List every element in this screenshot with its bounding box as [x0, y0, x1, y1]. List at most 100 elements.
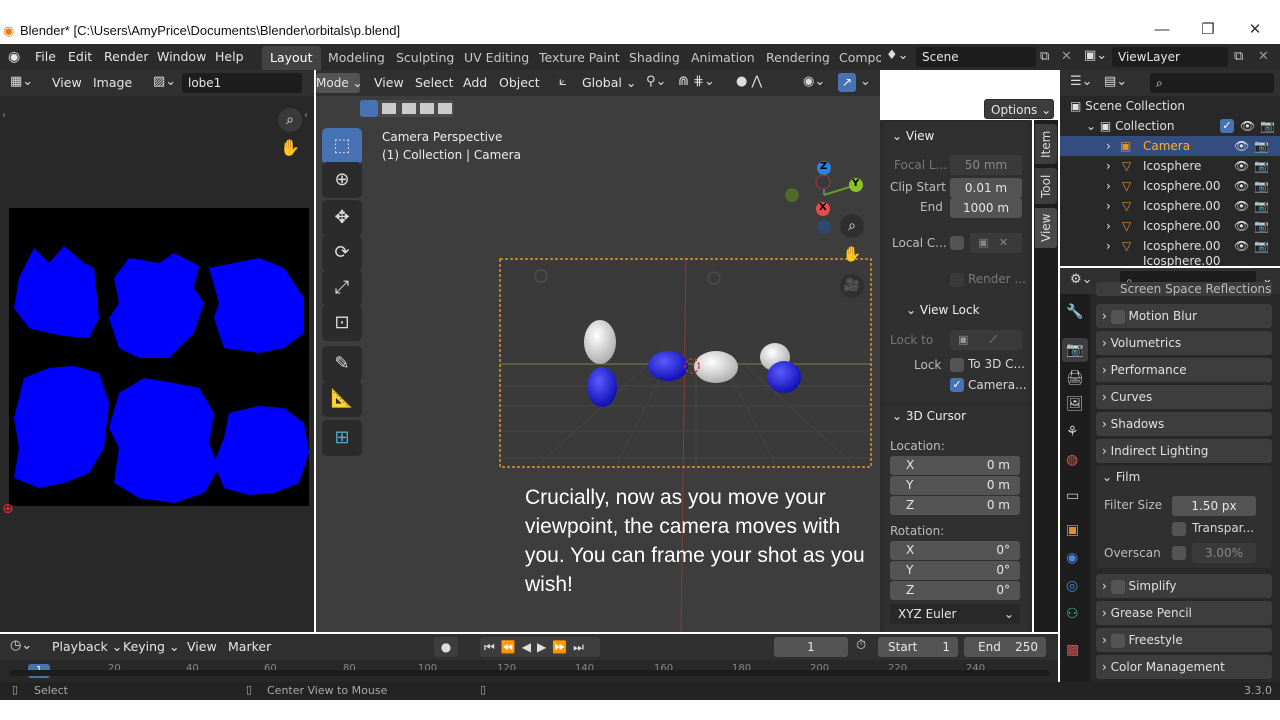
- pivot-point-icon[interactable]: ⚲⌄: [646, 74, 666, 89]
- tab-item[interactable]: Item: [1035, 124, 1057, 164]
- tab-modeling[interactable]: Modeling: [320, 46, 393, 70]
- visibility-eye-icon[interactable]: 👁: [1234, 236, 1249, 256]
- tab-rendering[interactable]: Rendering: [758, 46, 838, 70]
- viewport-menu-view[interactable]: View: [374, 74, 404, 92]
- filter-size-field[interactable]: 1.50 px: [1172, 496, 1256, 516]
- object-visibility-icon[interactable]: ◉⌄: [803, 74, 825, 89]
- timeline-menu-view[interactable]: View: [187, 638, 217, 656]
- lock-to-object-field[interactable]: ▣ ⟋: [950, 330, 1022, 350]
- visibility-eye-icon[interactable]: 👁: [1234, 216, 1249, 236]
- panel-color-management[interactable]: › Color Management: [1096, 655, 1272, 679]
- timeline-ruler[interactable]: 1 20 40 60 80 100 120 140 160 180 200 22…: [0, 660, 1058, 682]
- blender-menu-icon[interactable]: ◉: [8, 48, 28, 66]
- start-frame-field[interactable]: Start 1: [878, 637, 958, 657]
- sidebar-expand-icon[interactable]: ‹: [304, 110, 308, 121]
- timeline-menu-marker[interactable]: Marker: [228, 638, 271, 656]
- scene-collection-row[interactable]: ▣ Scene Collection: [1070, 96, 1185, 116]
- overscan-checkbox[interactable]: [1172, 546, 1186, 560]
- render-tab-icon[interactable]: 📷: [1062, 338, 1088, 362]
- tab-tool[interactable]: Tool: [1035, 168, 1057, 204]
- restore-button[interactable]: ❐: [1196, 20, 1220, 40]
- timeline-menu-playback[interactable]: Playback ⌄: [52, 638, 122, 656]
- outliner-row-icosphere-4[interactable]: › ▽ Icosphere.00 👁 📷: [1060, 216, 1280, 236]
- outliner-editor-type-icon[interactable]: ☰⌄: [1070, 74, 1093, 89]
- menu-file[interactable]: File: [35, 48, 56, 66]
- panel-indirect-lighting[interactable]: › Indirect Lighting: [1096, 439, 1272, 463]
- collection-visibility-eye-icon[interactable]: 👁: [1240, 116, 1255, 136]
- panel-screen-space-reflections[interactable]: Screen Space Reflections: [1096, 282, 1272, 296]
- panel-freestyle[interactable]: › Freestyle: [1096, 628, 1272, 652]
- modifier-tab-icon[interactable]: ◉: [1066, 550, 1078, 566]
- display-mode-icon[interactable]: ▤⌄: [1104, 74, 1127, 89]
- overscan-field[interactable]: 3.00%: [1192, 543, 1256, 563]
- gizmo-neg-y[interactable]: [785, 188, 799, 202]
- properties-editor-type-icon[interactable]: ⚙⌄: [1070, 272, 1093, 287]
- collection-exclude-checkbox[interactable]: ✓: [1220, 119, 1234, 133]
- outliner-row-icosphere-2[interactable]: › ▽ Icosphere.00 👁 📷: [1060, 176, 1280, 196]
- transform-orientation[interactable]: Global ⌄: [582, 74, 636, 92]
- editor-type-icon[interactable]: ▦⌄: [10, 74, 33, 89]
- collection-render-camera-icon[interactable]: 📷: [1260, 116, 1275, 136]
- location-y-field[interactable]: Y 0 m: [890, 476, 1020, 495]
- panel-curves[interactable]: › Curves: [1096, 385, 1272, 409]
- preview-range-clock-icon[interactable]: ⏱: [856, 638, 866, 653]
- viewport-menu-add[interactable]: Add: [463, 74, 487, 92]
- new-scene-icon[interactable]: ⧉: [1040, 49, 1049, 64]
- gizmo-toggle-icon[interactable]: ↗: [838, 73, 856, 92]
- local-camera-field[interactable]: ▣ ✕: [970, 233, 1022, 253]
- playback-controls[interactable]: ⏮⏪◀▶⏩⏭: [480, 637, 600, 657]
- gizmo-dropdown-icon[interactable]: ⌄: [860, 74, 871, 89]
- image-name-field[interactable]: lobe1: [182, 73, 302, 93]
- gizmo-neg-x[interactable]: [815, 174, 831, 190]
- tab-view[interactable]: View: [1035, 208, 1057, 248]
- tab-texture-paint[interactable]: Texture Paint: [531, 46, 628, 70]
- image-browse-icon[interactable]: ▨⌄: [153, 74, 176, 89]
- outliner-row-icosphere-5[interactable]: › ▽ Icosphere.00 👁 📷: [1060, 236, 1280, 256]
- end-frame-field[interactable]: End 250: [964, 637, 1046, 657]
- viewlayer-selector-icon[interactable]: ▣⌄: [1084, 48, 1107, 63]
- image-menu-image[interactable]: Image: [93, 74, 132, 92]
- visibility-eye-icon[interactable]: 👁: [1234, 176, 1249, 196]
- gizmo-neg-z[interactable]: [817, 220, 831, 234]
- clip-start-field[interactable]: 0.01 m: [950, 178, 1022, 198]
- location-z-field[interactable]: Z 0 m: [890, 496, 1020, 515]
- viewport-pan-icon[interactable]: ✋: [840, 242, 864, 266]
- freestyle-checkbox[interactable]: [1110, 633, 1125, 648]
- panel-simplify[interactable]: › Simplify: [1096, 574, 1272, 598]
- visibility-eye-icon[interactable]: 👁: [1234, 196, 1249, 216]
- simplify-checkbox[interactable]: [1110, 579, 1125, 594]
- lock-camera-to-view-checkbox[interactable]: ✓: [950, 378, 964, 392]
- object-data-tab-icon[interactable]: ⚇: [1066, 606, 1079, 622]
- menu-render[interactable]: Render: [104, 48, 149, 66]
- viewlayer-field[interactable]: ViewLayer: [1112, 47, 1228, 67]
- panel-shadows[interactable]: › Shadows: [1096, 412, 1272, 436]
- object-tab-icon[interactable]: ▣: [1066, 522, 1079, 538]
- outliner-search-field[interactable]: ⌕: [1150, 73, 1274, 93]
- collection-row[interactable]: ⌄ ▣ Collection ✓ 👁 📷: [1086, 116, 1280, 136]
- view-lock-header[interactable]: ⌄ View Lock: [906, 303, 980, 317]
- view-panel-header[interactable]: ⌄ View: [892, 129, 934, 143]
- outliner-row-icosphere-3[interactable]: › ▽ Icosphere.00 👁 📷: [1060, 196, 1280, 216]
- tab-uv-editing[interactable]: UV Editing: [456, 46, 537, 70]
- tab-sculpting[interactable]: Sculpting: [388, 46, 462, 70]
- menu-help[interactable]: Help: [215, 48, 244, 66]
- outliner-row-icosphere-1[interactable]: › ▽ Icosphere 👁 📷: [1060, 156, 1280, 176]
- viewport-options-button[interactable]: Options ⌄: [984, 99, 1054, 119]
- remove-viewlayer-icon[interactable]: ✕: [1258, 49, 1269, 64]
- motion-blur-checkbox[interactable]: [1110, 309, 1125, 324]
- timeline-editor-type-icon[interactable]: ◷⌄: [10, 638, 32, 653]
- texture-tab-icon[interactable]: ▩: [1066, 642, 1079, 658]
- rotation-z-field[interactable]: Z 0°: [890, 581, 1020, 600]
- tab-compositing[interactable]: Compo: [831, 46, 881, 70]
- view-layer-tab-icon[interactable]: 🖼: [1066, 396, 1084, 412]
- image-menu-view[interactable]: View: [52, 74, 82, 92]
- toolbar-expand-icon[interactable]: ›: [2, 110, 6, 121]
- outliner-row-icosphere-6[interactable]: Icosphere.00: [1060, 256, 1280, 266]
- timeline-menu-keying[interactable]: Keying ⌄: [123, 638, 179, 656]
- render-camera-icon[interactable]: 📷: [1254, 156, 1269, 176]
- tab-layout[interactable]: Layout: [262, 46, 321, 70]
- new-viewlayer-icon[interactable]: ⧉: [1234, 49, 1243, 64]
- current-frame-field[interactable]: 1: [774, 637, 848, 657]
- transform-orientation-icon[interactable]: ⟀: [559, 74, 567, 89]
- collection-tab-icon[interactable]: ▭: [1066, 488, 1079, 504]
